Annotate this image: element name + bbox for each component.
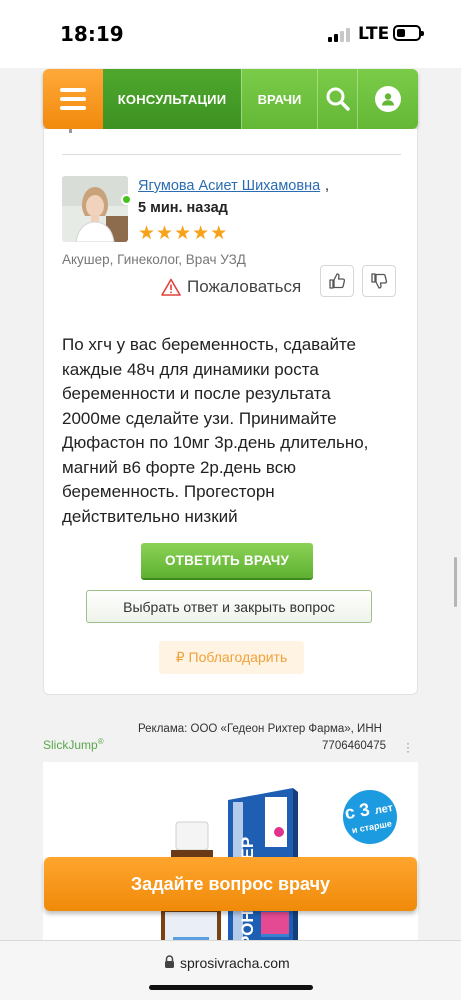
complain-label: Пожаловаться [187,277,302,296]
thumbs-up-button[interactable] [320,265,354,297]
nav-doctors[interactable]: ВРАЧИ [241,69,317,129]
battery-icon [393,25,424,41]
thank-doctor-button[interactable]: ₽ Поблагодарить [159,641,304,674]
star-icon: ★ [138,222,156,244]
thumbs-up-icon [329,273,346,289]
answer-card: Ягумова Асиет Шихамовна , 5 мин. назад ★… [43,129,418,695]
doctor-name-comma: , [325,178,330,194]
card-divider [62,154,401,155]
doctor-name-link[interactable]: Ягумова Асиет Шихамовна [138,178,320,194]
ad-network-name: SlickJump [43,738,98,752]
ad-network-label[interactable]: SlickJump® [43,737,104,752]
user-icon[interactable] [357,69,418,129]
warning-icon [161,278,181,296]
menu-icon[interactable] [43,69,103,129]
nav-consultations[interactable]: КОНСУЛЬТАЦИИ [103,69,241,129]
card-tick [69,129,72,133]
complain-link[interactable]: Пожаловаться [161,277,301,297]
age-badge-number: 3 [357,799,372,821]
ask-doctor-button[interactable]: Задайте вопрос врачу [44,857,417,911]
registered-mark: ® [97,737,104,746]
answer-text: По хгч у вас беременность, сдавайте кажд… [62,335,369,526]
ad-disclaimer: Реклама: ООО «Гедеон Рихтер Фарма», ИНН … [138,721,398,755]
age-badge-prefix: с [343,801,357,824]
signal-icon [328,28,352,42]
doctor-avatar[interactable] [62,176,128,242]
ad-menu-icon[interactable]: · · · [406,737,410,757]
screen: 18:19 LTE КОНСУЛЬТАЦИИ ВРАЧИ Ягумова Аси… [0,0,461,1000]
status-bar: 18:19 LTE [0,0,461,68]
choose-answer-close-button[interactable]: Выбрать ответ и закрыть вопрос [86,590,372,623]
browser-url-bar[interactable]: sprosivracha.com [0,940,461,1000]
user-avatar-icon [375,86,401,112]
home-indicator[interactable] [149,985,313,990]
rating-stars: ★ ★ ★ ★ ★ [138,224,227,243]
status-time: 18:19 [60,22,124,46]
ad-disclaimer-line1: Реклама: ООО «Гедеон Рихтер Фарма», ИНН [138,723,382,735]
ad-disclaimer-line2: 7706460475 [322,740,386,752]
url-domain: sprosivracha.com [180,955,290,971]
age-badge-suffix: лет [373,801,394,817]
star-icon: ★ [174,222,192,244]
star-icon: ★ [192,222,210,244]
search-icon[interactable] [317,69,357,129]
thumbs-down-button[interactable] [362,265,396,297]
lock-icon [165,955,174,968]
doctor-specialty: Акушер, Гинеколог, Врач УЗД [62,252,246,267]
main-nav: КОНСУЛЬТАЦИИ ВРАЧИ [43,69,418,129]
star-icon: ★ [156,222,174,244]
online-status-dot [121,194,132,205]
thumbs-down-icon [371,273,388,289]
star-icon: ★ [210,222,228,244]
network-label: LTE [358,24,390,44]
scroll-indicator[interactable] [454,557,457,607]
answer-time: 5 мин. назад [138,200,228,216]
reply-to-doctor-button[interactable]: ОТВЕТИТЬ ВРАЧУ [141,543,313,578]
